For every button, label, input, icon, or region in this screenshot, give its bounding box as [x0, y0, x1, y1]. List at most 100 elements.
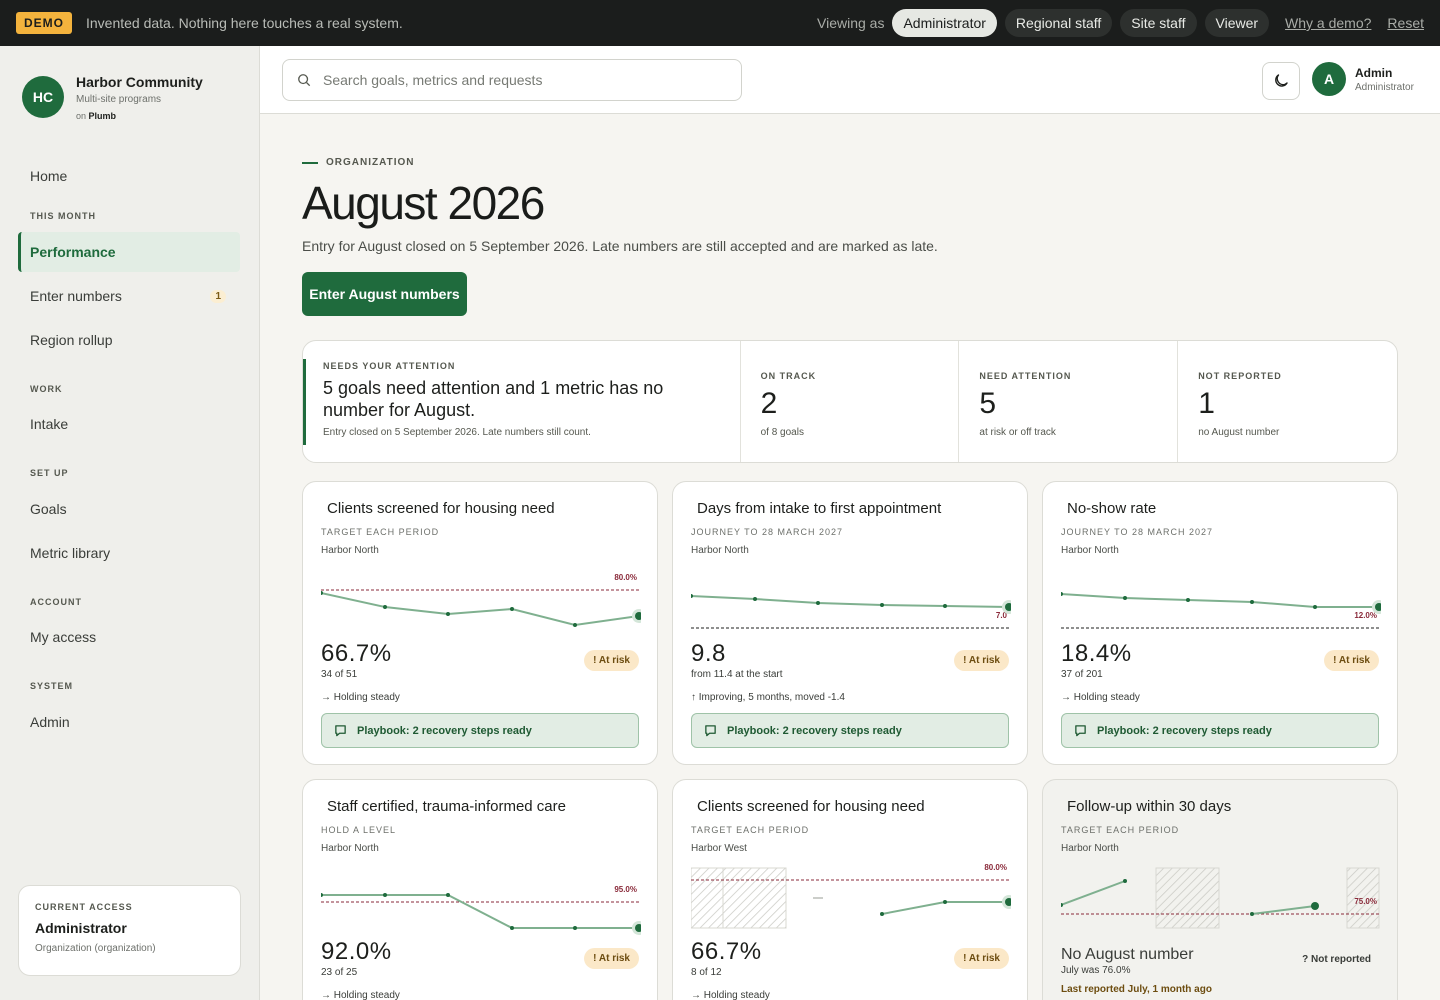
- sidebar-item-home[interactable]: Home: [18, 156, 240, 196]
- goal-card[interactable]: Clients screened for housing need TARGET…: [672, 779, 1028, 1000]
- goal-card[interactable]: Follow-up within 30 days TARGET EACH PER…: [1042, 779, 1398, 1000]
- user-menu[interactable]: A Admin Administrator: [1312, 62, 1414, 96]
- stat-caption: at risk or off track: [979, 427, 1056, 438]
- user-role: Administrator: [1355, 81, 1414, 93]
- stat-not-reported[interactable]: NOT REPORTED 1 no August number: [1178, 341, 1397, 462]
- stat-on-track[interactable]: ON TRACK 2 of 8 goals: [741, 341, 960, 462]
- playbook-button[interactable]: Playbook: 2 recovery steps ready: [1061, 713, 1379, 748]
- enter-numbers-button[interactable]: Enter August numbers: [302, 272, 467, 316]
- stat-need-attention[interactable]: NEED ATTENTION 5 at risk or off track: [959, 341, 1179, 462]
- sidebar: HC Harbor Community Multi-site programs …: [0, 46, 260, 1000]
- stat-value: 5: [979, 387, 997, 420]
- goal-type: TARGET EACH PERIOD: [1061, 825, 1180, 835]
- playbook-label: Playbook: 2 recovery steps ready: [727, 724, 902, 737]
- attention-text: 5 goals need attention and 1 metric has …: [323, 378, 664, 420]
- page-eyebrow: ORGANIZATION: [302, 157, 414, 168]
- stat-label: NEED ATTENTION: [979, 371, 1072, 381]
- chat-icon: [335, 725, 346, 737]
- sparkline-chart: 80.0%: [321, 573, 641, 627]
- status-badge: ? Not reported: [1302, 954, 1371, 965]
- demo-badge: DEMO: [16, 12, 72, 34]
- goal-trend: → Holding steady: [691, 990, 770, 1000]
- goal-type: TARGET EACH PERIOD: [321, 527, 440, 537]
- stat-label: ON TRACK: [760, 371, 817, 381]
- role-site-staff-button[interactable]: Site staff: [1120, 9, 1197, 37]
- search-input[interactable]: [323, 72, 723, 88]
- role-viewer-button[interactable]: Viewer: [1204, 9, 1270, 37]
- playbook-button[interactable]: Playbook: 2 recovery steps ready: [691, 713, 1009, 748]
- goal-title: Clients screened for housing need: [327, 500, 555, 517]
- sidebar-item-performance[interactable]: Performance: [18, 232, 240, 272]
- enter-numbers-count-badge: 1: [210, 289, 226, 303]
- sparkline-chart: 80.0%: [691, 863, 1011, 929]
- goal-card[interactable]: No-show rate JOURNEY TO 28 MARCH 2027 Ha…: [1042, 481, 1398, 765]
- goal-trend: → Holding steady: [321, 990, 400, 1000]
- goal-card[interactable]: Days from intake to first appointment JO…: [672, 481, 1028, 765]
- status-badge: ! At risk: [954, 948, 1009, 969]
- series-line: [321, 894, 639, 929]
- no-data-gap: [722, 867, 787, 929]
- sidebar-item-my-access[interactable]: My access: [18, 617, 240, 657]
- demo-bar: DEMO Invented data. Nothing here touches…: [0, 0, 1440, 46]
- target-label: 95.0%: [614, 885, 637, 894]
- status-badge: ! At risk: [584, 948, 639, 969]
- goal-card[interactable]: Clients screened for housing need TARGET…: [302, 481, 658, 765]
- latest-point: [1311, 902, 1319, 910]
- series-line: [1061, 593, 1379, 608]
- why-demo-link[interactable]: Why a demo?: [1285, 15, 1371, 31]
- moon-icon: [1275, 74, 1288, 87]
- series-line: [1061, 880, 1126, 906]
- top-header: A Admin Administrator: [260, 46, 1440, 114]
- sidebar-item-label: Enter numbers: [30, 288, 122, 304]
- sidebar-item-intake[interactable]: Intake: [18, 404, 240, 444]
- stat-label: NOT REPORTED: [1198, 371, 1282, 381]
- goal-site: Harbor North: [691, 545, 749, 556]
- stat-caption: of 8 goals: [760, 427, 804, 438]
- playbook-label: Playbook: 2 recovery steps ready: [357, 724, 532, 737]
- sidebar-item-enter-numbers[interactable]: Enter numbers 1: [18, 276, 240, 316]
- org-header[interactable]: HC Harbor Community Multi-site programs …: [0, 46, 259, 156]
- status-badge: ! At risk: [584, 650, 639, 671]
- nav-section-account: ACCOUNT: [30, 597, 82, 607]
- search-icon: [298, 74, 311, 87]
- stat-value: 1: [1198, 387, 1215, 420]
- series-line: [1251, 905, 1316, 915]
- role-administrator-button[interactable]: Administrator: [892, 9, 997, 37]
- sidebar-item-metric-library[interactable]: Metric library: [18, 533, 240, 573]
- goal-card[interactable]: Staff certified, trauma-informed care HO…: [302, 779, 658, 1000]
- org-avatar: HC: [22, 76, 64, 118]
- goal-type: JOURNEY TO 28 MARCH 2027: [691, 527, 844, 537]
- nav-section-system: SYSTEM: [30, 681, 74, 691]
- sparkline-chart: 7.0: [691, 594, 1011, 629]
- goal-title: Days from intake to first appointment: [697, 500, 942, 517]
- goal-site: Harbor North: [1061, 843, 1119, 854]
- sparkline-chart: 95.0%: [321, 885, 641, 935]
- role-regional-staff-button[interactable]: Regional staff: [1004, 9, 1113, 37]
- page-title: August 2026: [302, 177, 545, 229]
- current-access-card: CURRENT ACCESS Administrator Organizatio…: [18, 885, 241, 976]
- theme-toggle-button[interactable]: [1262, 62, 1300, 100]
- target-label: 75.0%: [1354, 897, 1377, 906]
- sidebar-item-region-rollup[interactable]: Region rollup: [18, 320, 240, 360]
- org-platform: on Plumb: [76, 111, 117, 121]
- current-access-scope: Organization (organization): [35, 943, 156, 954]
- playbook-button[interactable]: Playbook: 2 recovery steps ready: [321, 713, 639, 748]
- status-badge: ! At risk: [954, 650, 1009, 671]
- status-badge: ! At risk: [1324, 650, 1379, 671]
- goal-type: HOLD A LEVEL: [321, 825, 397, 835]
- sparkline-chart: 12.0%: [1061, 592, 1381, 629]
- no-data-gap: [691, 867, 724, 929]
- nav-section-work: WORK: [30, 384, 63, 394]
- main-content: ORGANIZATION August 2026 Entry for Augus…: [260, 114, 1440, 1000]
- goal-site: Harbor North: [1061, 545, 1119, 556]
- series-line: [691, 595, 1010, 608]
- sidebar-item-goals[interactable]: Goals: [18, 489, 240, 529]
- last-reported: Last reported July, 1 month ago: [1061, 984, 1212, 995]
- page-subtitle: Entry for August closed on 5 September 2…: [302, 238, 938, 254]
- goal-value-detail: July was 76.0%: [1061, 965, 1131, 976]
- sparkline-chart: 75.0%: [1061, 867, 1381, 929]
- sidebar-item-admin[interactable]: Admin: [18, 702, 240, 742]
- search-box[interactable]: [282, 59, 742, 101]
- goal-trend: → Holding steady: [1061, 692, 1140, 703]
- reset-link[interactable]: Reset: [1387, 15, 1424, 31]
